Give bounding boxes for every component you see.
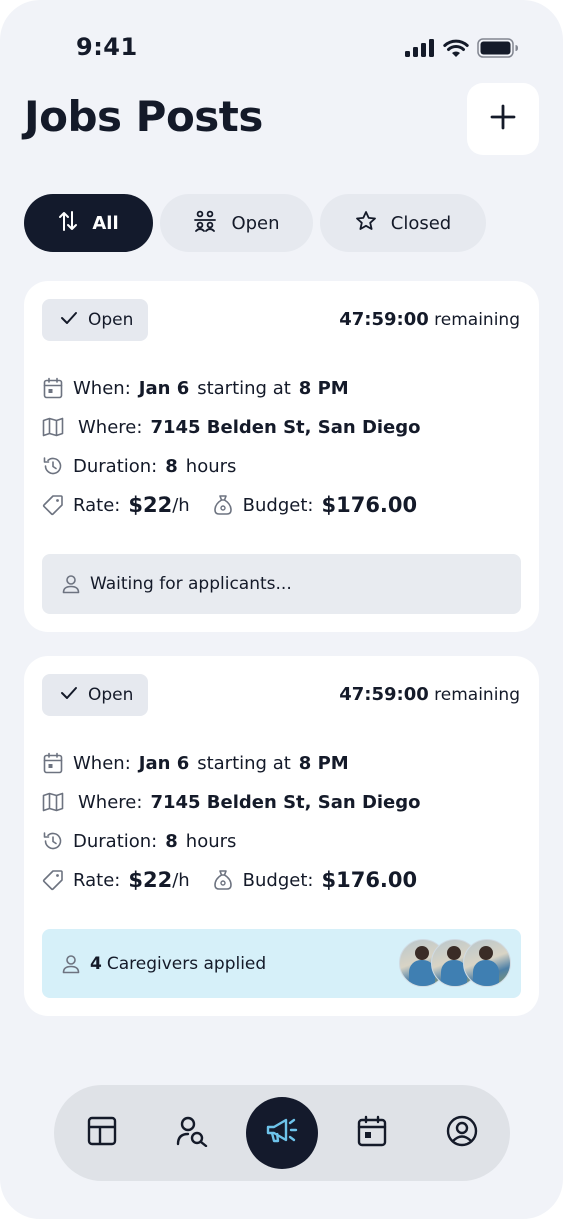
check-icon [60, 685, 78, 705]
duration-row: Duration: 8 hours [42, 455, 236, 477]
nav-job-posts[interactable] [246, 1097, 318, 1169]
job-date: Jan 6 [138, 752, 190, 774]
where-label: Where: [78, 416, 143, 438]
rate-label: Rate: [73, 869, 121, 891]
hours-label: hours [185, 455, 237, 477]
applicants-count: 4 [90, 953, 102, 974]
applicants-status-bar[interactable]: Waiting for applicants... [42, 554, 521, 614]
budget-label: Budget: [242, 494, 314, 516]
rate-label: Rate: [73, 494, 121, 516]
job-time: 8 PM [298, 377, 349, 399]
where-label: Where: [78, 791, 143, 813]
bottom-nav [54, 1085, 510, 1181]
job-address: 7145 Belden St, San Diego [150, 416, 421, 438]
dashboard-icon [87, 1116, 117, 1150]
page-title: Jobs Posts [24, 92, 263, 141]
filter-closed-tab[interactable]: Closed [320, 194, 486, 252]
megaphone-icon [265, 1116, 299, 1150]
job-budget: $176.00 [321, 868, 418, 892]
filter-tabs: All Open Closed [0, 194, 563, 252]
filter-all-label: All [92, 212, 119, 234]
money-bag-icon [212, 494, 234, 516]
money-bag-icon [212, 869, 234, 891]
filter-closed-label: Closed [390, 212, 452, 234]
per-hour-label: /h [172, 494, 190, 516]
status-badge: Open [42, 674, 148, 716]
remaining-label: remaining [434, 685, 520, 705]
add-job-button[interactable] [467, 83, 539, 155]
price-tag-icon [42, 869, 64, 891]
duration-row: Duration: 8 hours [42, 830, 236, 852]
job-address: 7145 Belden St, San Diego [150, 791, 421, 813]
nav-dashboard[interactable] [72, 1103, 132, 1163]
job-rate: $22 [128, 868, 173, 892]
when-label: When: [73, 752, 131, 774]
user-icon [62, 954, 80, 974]
filter-open-label: Open [231, 212, 280, 234]
price-tag-icon [42, 494, 64, 516]
map-icon [42, 791, 64, 813]
where-row: Where: 7145 Belden St, San Diego [42, 791, 421, 813]
job-duration: 8 [165, 455, 178, 477]
rate-row: Rate: $22 /h Budget: $176.00 [42, 868, 417, 892]
star-icon [355, 210, 377, 237]
starting-at-label: starting at [197, 377, 291, 399]
nav-profile[interactable] [432, 1103, 492, 1163]
status-label: Open [88, 685, 134, 705]
job-rate: $22 [128, 493, 173, 517]
job-duration: 8 [165, 830, 178, 852]
history-icon [42, 830, 64, 852]
when-row: When: Jan 6 starting at 8 PM [42, 377, 349, 399]
when-row: When: Jan 6 starting at 8 PM [42, 752, 349, 774]
history-icon [42, 455, 64, 477]
where-row: Where: 7145 Belden St, San Diego [42, 416, 421, 438]
job-budget: $176.00 [321, 493, 418, 517]
user-icon [62, 574, 80, 594]
people-icon [193, 210, 217, 237]
countdown: 47:59:00 [339, 684, 429, 705]
job-date: Jan 6 [138, 377, 190, 399]
remaining-label: remaining [434, 310, 520, 330]
job-time: 8 PM [298, 752, 349, 774]
plus-icon [490, 104, 516, 134]
time-remaining: 47:59:00 remaining [339, 684, 520, 705]
status-icons [405, 38, 519, 62]
search-user-icon [176, 1115, 208, 1151]
battery-icon [477, 38, 519, 62]
status-time: 9:41 [76, 33, 138, 61]
nav-calendar[interactable] [342, 1103, 402, 1163]
status-badge: Open [42, 299, 148, 341]
check-icon [60, 310, 78, 330]
duration-label: Duration: [73, 830, 158, 852]
avatar [463, 939, 511, 987]
arrows-up-down-icon [58, 210, 78, 237]
status-label: Open [88, 310, 134, 330]
applicants-text: Caregivers applied [106, 953, 267, 974]
countdown: 47:59:00 [339, 309, 429, 330]
wifi-icon [443, 39, 469, 62]
applicants-text: Waiting for applicants... [90, 574, 292, 594]
job-card[interactable]: Open 47:59:00 remaining When: Jan 6 star… [24, 281, 539, 632]
calendar-icon [42, 377, 64, 399]
time-remaining: 47:59:00 remaining [339, 309, 520, 330]
phone-screen: 9:41 Jobs Posts All Open Closed Open 47:… [0, 0, 563, 1219]
duration-label: Duration: [73, 455, 158, 477]
calendar-icon [42, 752, 64, 774]
applicants-status-bar[interactable]: 4 Caregivers applied [42, 929, 521, 998]
calendar-icon [357, 1115, 387, 1151]
profile-icon [446, 1115, 478, 1151]
nav-find-caregivers[interactable] [162, 1103, 222, 1163]
starting-at-label: starting at [197, 752, 291, 774]
per-hour-label: /h [172, 869, 190, 891]
when-label: When: [73, 377, 131, 399]
filter-open-tab[interactable]: Open [160, 194, 313, 252]
map-icon [42, 416, 64, 438]
hours-label: hours [185, 830, 237, 852]
filter-all-tab[interactable]: All [24, 194, 153, 252]
signal-icon [405, 39, 435, 61]
budget-label: Budget: [242, 869, 314, 891]
applicant-avatars [399, 939, 511, 987]
rate-row: Rate: $22 /h Budget: $176.00 [42, 493, 417, 517]
job-card[interactable]: Open 47:59:00 remaining When: Jan 6 star… [24, 656, 539, 1016]
